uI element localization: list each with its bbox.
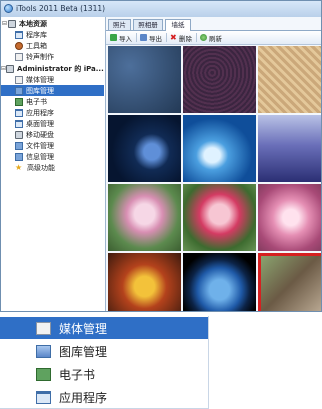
itools-window: iTools 2011 Beta (1311) ⊟ 本地资源 程序库 工具箱 铃…	[0, 0, 322, 312]
sidebar-item-label: 文件管理	[26, 141, 54, 150]
book-icon	[36, 367, 51, 381]
window-title: iTools 2011 Beta (1311)	[16, 4, 106, 13]
sidebar-item-advanced[interactable]: ★ 高级功能	[1, 162, 104, 173]
sidebar-item-files[interactable]: 文件管理	[1, 140, 104, 151]
wallpaper-thumbnail[interactable]	[108, 46, 181, 113]
sidebar-item-messages[interactable]: 信息管理	[1, 151, 104, 162]
wallpaper-thumbnail[interactable]	[108, 184, 181, 251]
popup-item-label: 电子书	[59, 367, 96, 382]
wallpaper-thumbnail[interactable]	[108, 115, 181, 182]
media-icon	[36, 321, 51, 335]
message-icon	[15, 152, 23, 161]
sidebar-item-label: 信息管理	[26, 152, 54, 161]
sidebar-item-ringtone[interactable]: 铃声制作	[1, 51, 104, 62]
popup-item-label: 图库管理	[59, 344, 108, 359]
popup-item-ebooks[interactable]: 电子书	[0, 363, 208, 385]
tab-albums[interactable]: 照相册	[133, 19, 163, 30]
wallpaper-thumbnail[interactable]	[183, 46, 256, 113]
star-icon: ★	[15, 163, 23, 172]
tab-wallpapers[interactable]: 墙纸	[165, 19, 191, 31]
import-label: 导入	[119, 34, 132, 43]
zoomed-menu-callout: 媒体管理 图库管理 电子书 应用程序	[0, 316, 209, 409]
sidebar-item-label: 图库管理	[26, 86, 54, 95]
popup-item-label: 媒体管理	[59, 321, 108, 336]
computer-icon	[8, 19, 16, 28]
window-icon	[15, 30, 23, 39]
sidebar-item-gallery[interactable]: 图库管理	[1, 85, 104, 96]
export-icon	[140, 34, 147, 41]
sidebar-item-programs[interactable]: 程序库	[1, 29, 104, 40]
sidebar-tree: ⊟ 本地资源 程序库 工具箱 铃声制作 ⊟ Administrator 的 iP…	[1, 17, 112, 311]
sidebar-item-label: 电子书	[26, 97, 47, 106]
window-icon	[15, 119, 23, 128]
book-icon	[15, 97, 23, 106]
delete-icon: ✖	[170, 33, 177, 42]
sidebar-item-label: 应用程序	[26, 108, 54, 117]
sidebar-item-toolbox[interactable]: 工具箱	[1, 40, 104, 51]
sidebar-item-ebooks[interactable]: 电子书	[1, 96, 104, 107]
media-icon	[15, 52, 23, 61]
sidebar-item-label: 工具箱	[26, 41, 47, 50]
toolbar-divider	[166, 33, 167, 42]
window-icon	[15, 108, 23, 117]
wallpaper-thumbnail[interactable]	[108, 253, 181, 311]
gallery-icon	[15, 86, 23, 95]
popup-item-media[interactable]: 媒体管理	[0, 317, 208, 339]
export-label: 导出	[149, 34, 162, 43]
tree-label: Administrator 的 iPa...	[17, 64, 104, 73]
sidebar-item-desktop[interactable]: 桌面管理	[1, 118, 104, 129]
media-icon	[15, 75, 23, 84]
window-icon	[36, 390, 51, 404]
tool-icon	[15, 41, 23, 50]
tree-node-local-resources[interactable]: ⊟ 本地资源	[1, 18, 104, 29]
sidebar-item-label: 媒体管理	[26, 75, 54, 84]
toolbar-divider	[136, 33, 137, 42]
folder-icon	[15, 141, 23, 150]
import-icon	[110, 34, 117, 41]
wallpaper-thumbnail[interactable]	[183, 115, 256, 182]
sidebar-item-apps[interactable]: 应用程序	[1, 107, 104, 118]
popup-item-gallery[interactable]: 图库管理	[0, 340, 208, 362]
wallpaper-thumbnail[interactable]	[258, 184, 321, 251]
export-button[interactable]: 导出	[140, 33, 162, 43]
toolbar-divider	[196, 33, 197, 42]
hard-disk-icon	[15, 130, 23, 139]
sidebar-item-mobile-disk[interactable]: 移动硬盘	[1, 129, 104, 140]
wallpaper-thumbnail[interactable]	[258, 46, 321, 113]
delete-button[interactable]: ✖ 删除	[170, 33, 192, 43]
tab-photos[interactable]: 照片	[108, 19, 131, 30]
sidebar-item-label: 移动硬盘	[26, 130, 54, 139]
wallpaper-thumbnail[interactable]	[183, 253, 256, 311]
sidebar-item-media[interactable]: 媒体管理	[1, 74, 104, 85]
wallpaper-thumbnail-selected[interactable]	[258, 253, 321, 311]
popup-item-apps[interactable]: 应用程序	[0, 386, 208, 408]
refresh-icon	[200, 34, 207, 41]
app-logo-icon	[4, 4, 13, 13]
delete-label: 删除	[179, 34, 192, 43]
sidebar-item-label: 高级功能	[27, 163, 55, 172]
sidebar-item-label: 桌面管理	[26, 119, 54, 128]
sidebar-item-label: 程序库	[26, 30, 47, 39]
refresh-label: 刷新	[209, 34, 222, 43]
import-button[interactable]: 导入	[110, 33, 132, 43]
refresh-button[interactable]: 刷新	[200, 33, 222, 43]
ipad-icon	[6, 64, 15, 73]
gallery-icon	[36, 344, 51, 358]
tree-label: 本地资源	[19, 19, 47, 28]
popup-item-label: 应用程序	[59, 390, 108, 405]
main-content: 照片 照相册 墙纸 导入 导出 ✖ 删除 刷新	[106, 17, 321, 311]
sidebar-item-label: 铃声制作	[26, 52, 54, 61]
wallpaper-thumbnail[interactable]	[258, 115, 321, 182]
wallpaper-thumbnail[interactable]	[183, 184, 256, 251]
wallpaper-grid	[106, 45, 321, 311]
title-bar[interactable]: iTools 2011 Beta (1311)	[1, 1, 321, 18]
tab-strip: 照片 照相册 墙纸	[106, 17, 321, 31]
collapse-toggle-icon[interactable]: ⊟	[1, 20, 8, 27]
tree-node-device[interactable]: ⊟ Administrator 的 iPa...	[1, 63, 112, 74]
toolbar: 导入 导出 ✖ 删除 刷新	[106, 31, 321, 45]
